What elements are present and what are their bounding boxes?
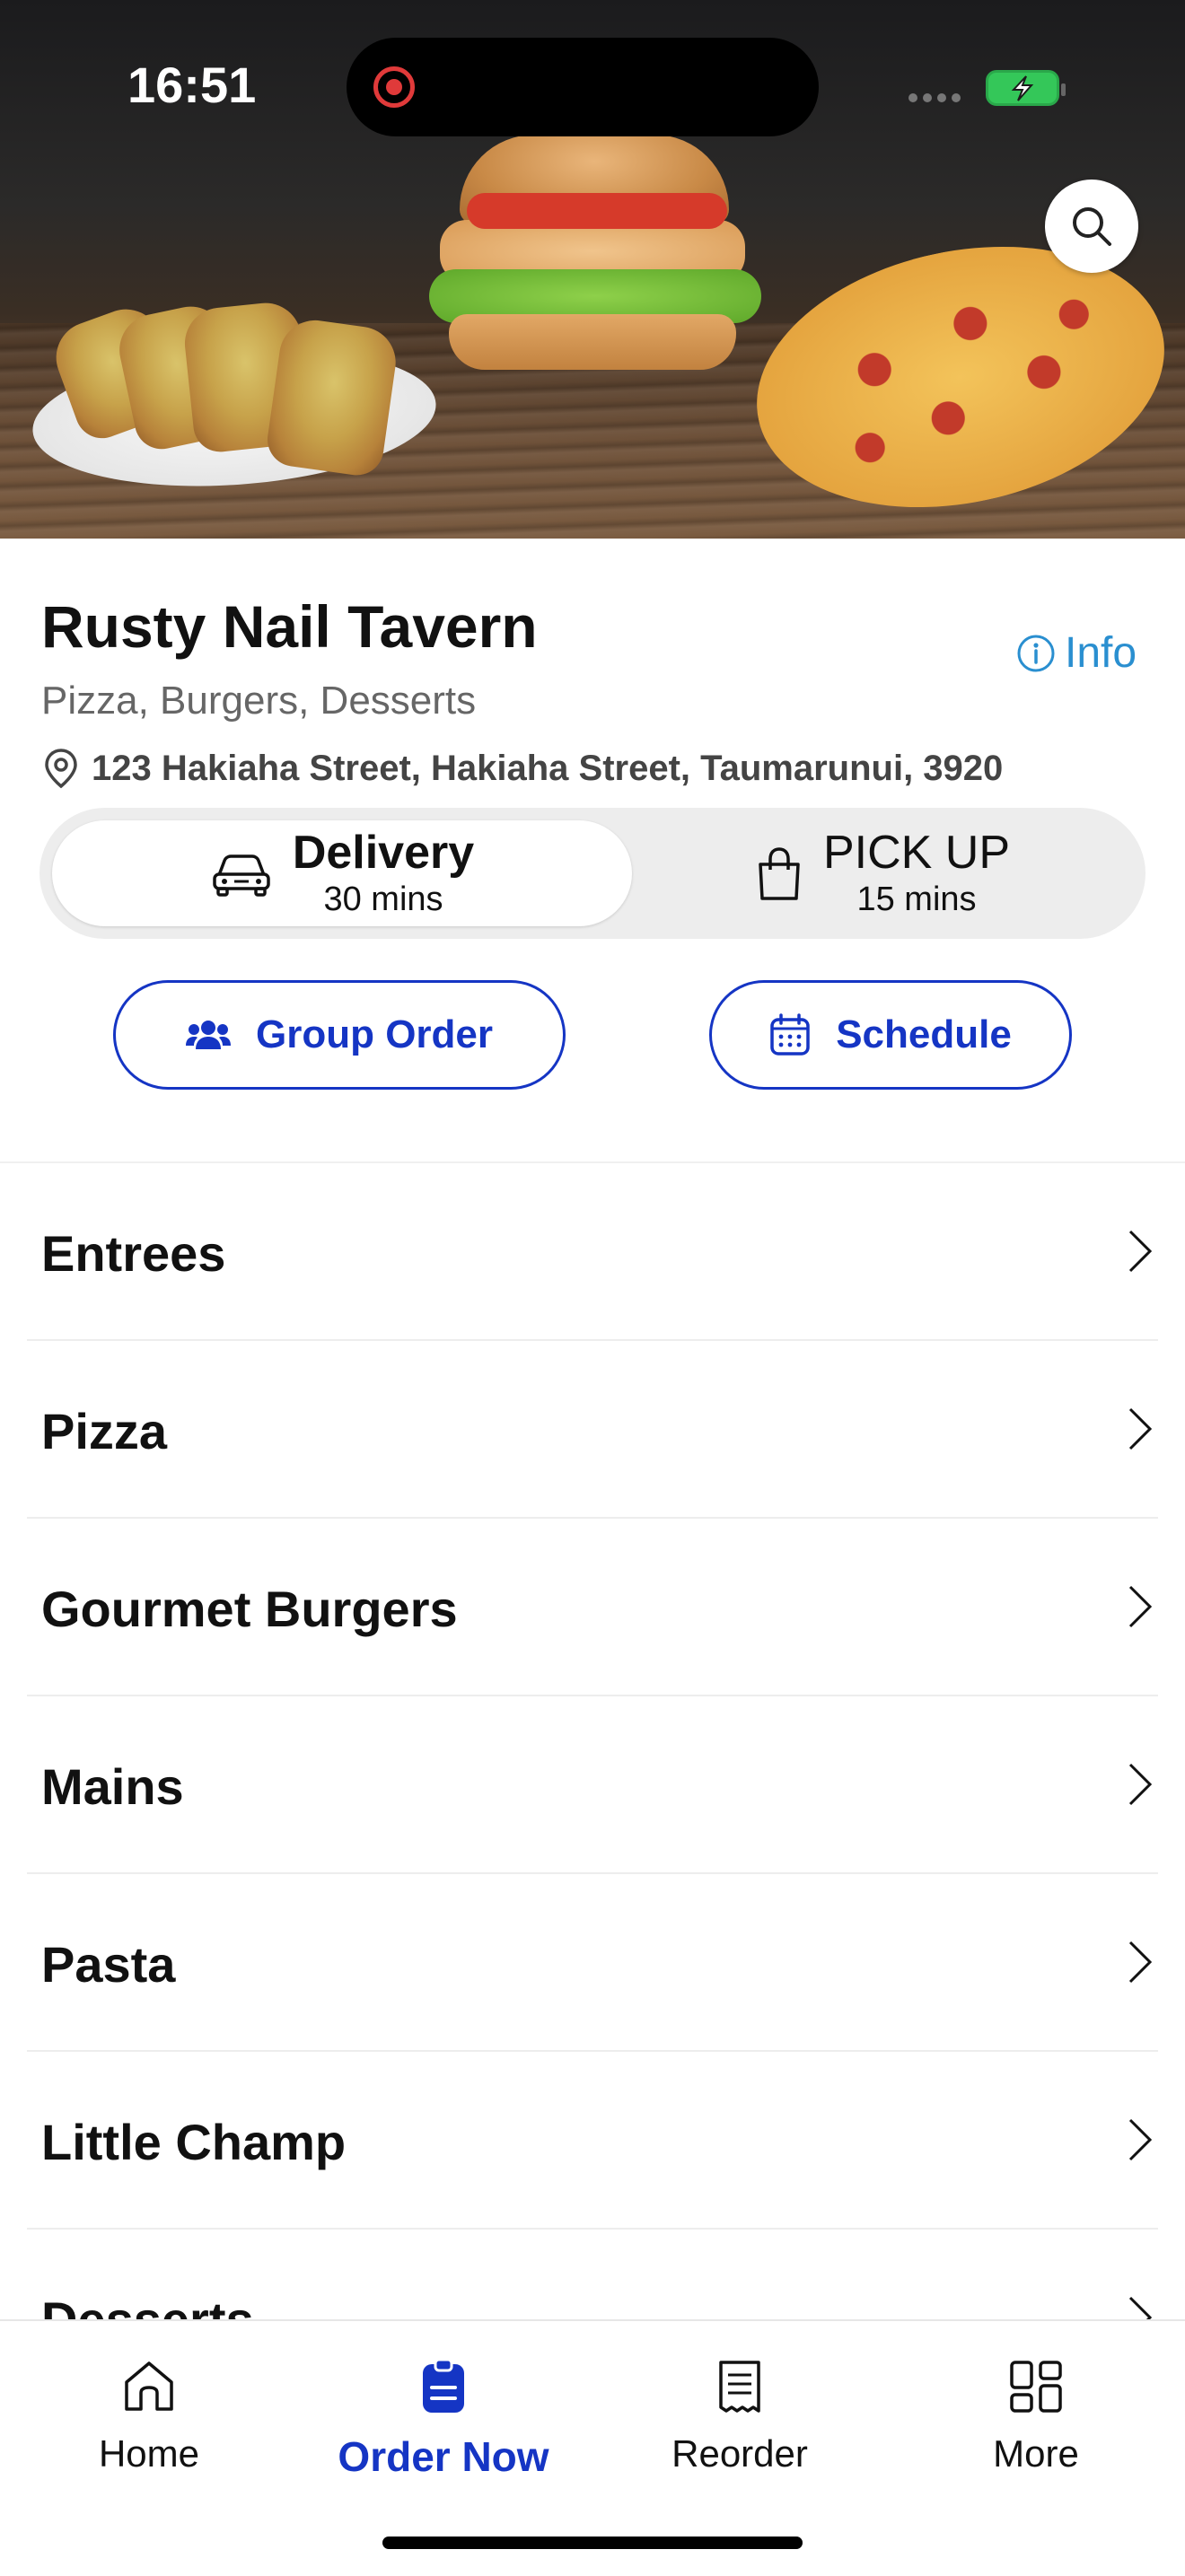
hero-burger-tomato [467, 193, 727, 229]
grid-icon [1010, 2361, 1062, 2413]
pickup-option[interactable]: PICK UP 15 mins [632, 820, 1133, 926]
menu-category-gourmet-burgers[interactable]: Gourmet Burgers [27, 1519, 1158, 1696]
menu-category-pasta[interactable]: Pasta [27, 1874, 1158, 2052]
car-icon [213, 854, 270, 897]
dynamic-island [347, 38, 819, 136]
delivery-label: Delivery [292, 827, 475, 880]
search-button[interactable] [1045, 180, 1138, 273]
location-pin-icon [45, 749, 77, 789]
chevron-right-icon [1128, 1585, 1153, 1628]
group-icon [185, 1021, 231, 1049]
hero-banner: 16:51 [0, 0, 1185, 539]
pickup-time: 15 mins [856, 881, 977, 919]
hero-garlic-bread [264, 315, 400, 479]
cellular-signal-icon [908, 93, 961, 102]
chevron-right-icon [1128, 1230, 1153, 1273]
tab-home-label: Home [98, 2432, 200, 2475]
menu-category-label: Little Champ [41, 2114, 347, 2170]
schedule-label: Schedule [836, 1012, 1012, 1056]
calendar-icon [770, 1013, 810, 1056]
info-label: Info [1065, 629, 1137, 677]
tab-order-now-label: Order Now [338, 2433, 549, 2480]
chevron-right-icon [1128, 1941, 1153, 1984]
order-mode-toggle: Delivery 30 mins PICK UP 15 mins [40, 808, 1146, 939]
info-icon [1017, 635, 1055, 671]
tab-order-now[interactable]: Order Now [336, 2357, 551, 2481]
home-indicator[interactable] [382, 2537, 803, 2549]
screen-recording-icon [373, 66, 415, 108]
menu-category-label: Mains [41, 1758, 184, 1815]
tab-reorder-label: Reorder [672, 2432, 808, 2475]
search-icon [1073, 207, 1111, 246]
delivery-time: 30 mins [323, 881, 443, 919]
status-time: 16:51 [127, 57, 257, 113]
menu-category-label: Pasta [41, 1936, 176, 1993]
group-order-button[interactable]: Group Order [113, 980, 566, 1090]
schedule-button[interactable]: Schedule [709, 980, 1072, 1090]
tab-more[interactable]: More [928, 2357, 1144, 2475]
tab-home[interactable]: Home [41, 2357, 257, 2475]
group-order-label: Group Order [255, 1012, 494, 1056]
address-text: 123 Hakiaha Street, Hakiaha Street, Taum… [92, 748, 1004, 788]
order-icon [423, 2358, 464, 2413]
tab-more-label: More [993, 2432, 1079, 2475]
restaurant-address: 123 Hakiaha Street, Hakiaha Street, Taum… [41, 747, 1003, 790]
tab-reorder[interactable]: Reorder [632, 2357, 847, 2475]
menu-category-mains[interactable]: Mains [27, 1696, 1158, 1874]
pickup-label: PICK UP [822, 827, 1011, 880]
menu-category-entrees[interactable]: Entrees [27, 1163, 1158, 1341]
hero-burger-bottom-bun [449, 314, 736, 370]
shopping-bag-icon [759, 847, 800, 900]
menu-category-list: Entrees Pizza Gourmet Burgers Mains Past… [0, 1163, 1185, 2407]
menu-category-little-champ[interactable]: Little Champ [27, 2052, 1158, 2230]
receipt-icon [719, 2361, 760, 2413]
chevron-right-icon [1128, 1407, 1153, 1450]
menu-category-label: Entrees [41, 1225, 226, 1282]
info-link[interactable]: Info [1016, 628, 1137, 678]
restaurant-name: Rusty Nail Tavern [41, 593, 538, 660]
battery-charging-icon [986, 70, 1066, 106]
delivery-option[interactable]: Delivery 30 mins [52, 820, 632, 926]
cuisine-list: Pizza, Burgers, Desserts [41, 679, 477, 723]
chevron-right-icon [1128, 2118, 1153, 2161]
home-icon [125, 2361, 173, 2411]
chevron-right-icon [1128, 1763, 1153, 1806]
menu-category-label: Gourmet Burgers [41, 1581, 458, 1637]
menu-category-label: Pizza [41, 1403, 168, 1459]
menu-category-pizza[interactable]: Pizza [27, 1341, 1158, 1519]
